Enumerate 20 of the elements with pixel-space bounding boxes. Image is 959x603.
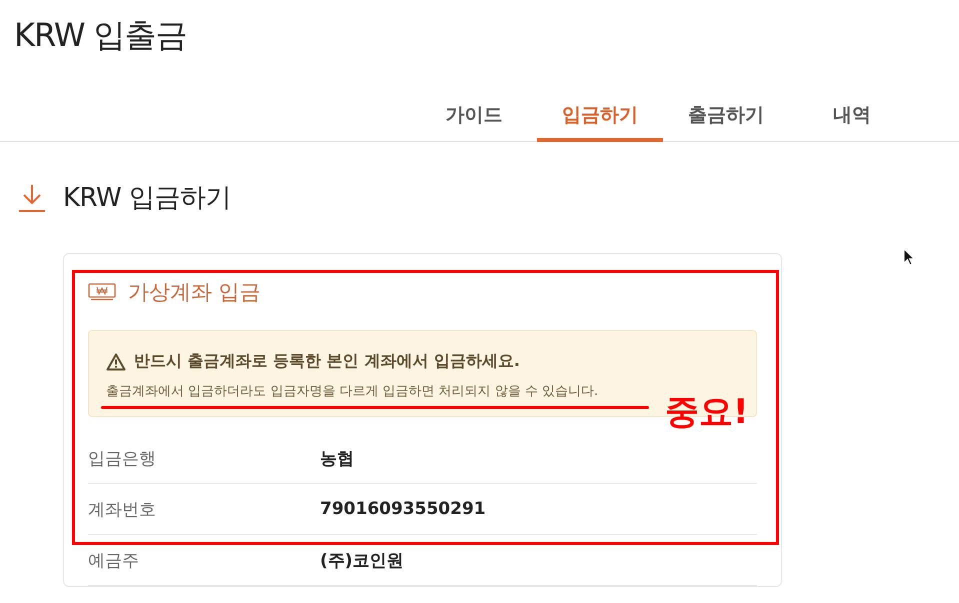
- field-value: 79016093550291: [320, 499, 486, 519]
- field-value: (주)코인원: [320, 550, 404, 572]
- tab[interactable]: 입금하기: [537, 96, 663, 142]
- field-label: 예금주: [88, 550, 140, 572]
- tab[interactable]: 출금하기: [663, 96, 789, 142]
- notice-text: 출금계좌에서 입금하더라도 입금자명을 다르게 입금하면 처리되지 않을 수 있습니다.: [106, 383, 600, 400]
- annotation-text: 중요!: [665, 391, 749, 434]
- section-title: KRW 입금하기: [63, 182, 232, 215]
- field-label: 계좌번호: [88, 498, 157, 520]
- notice-heading: 반드시 출금계좌로 등록한 본인 계좌에서 입금하세요.: [134, 351, 520, 372]
- tab[interactable]: 내역: [789, 96, 915, 142]
- card-title: 가상계좌 입금: [128, 279, 261, 306]
- banknote-icon: [88, 283, 116, 301]
- warning-icon: [106, 352, 126, 370]
- page-title: KRW 입출금: [13, 15, 188, 56]
- field-label: 입금은행: [88, 448, 157, 470]
- tab[interactable]: 가이드: [411, 96, 537, 142]
- field-value: 농협: [320, 448, 354, 470]
- cursor-icon: [903, 248, 915, 266]
- download-icon: [17, 182, 47, 212]
